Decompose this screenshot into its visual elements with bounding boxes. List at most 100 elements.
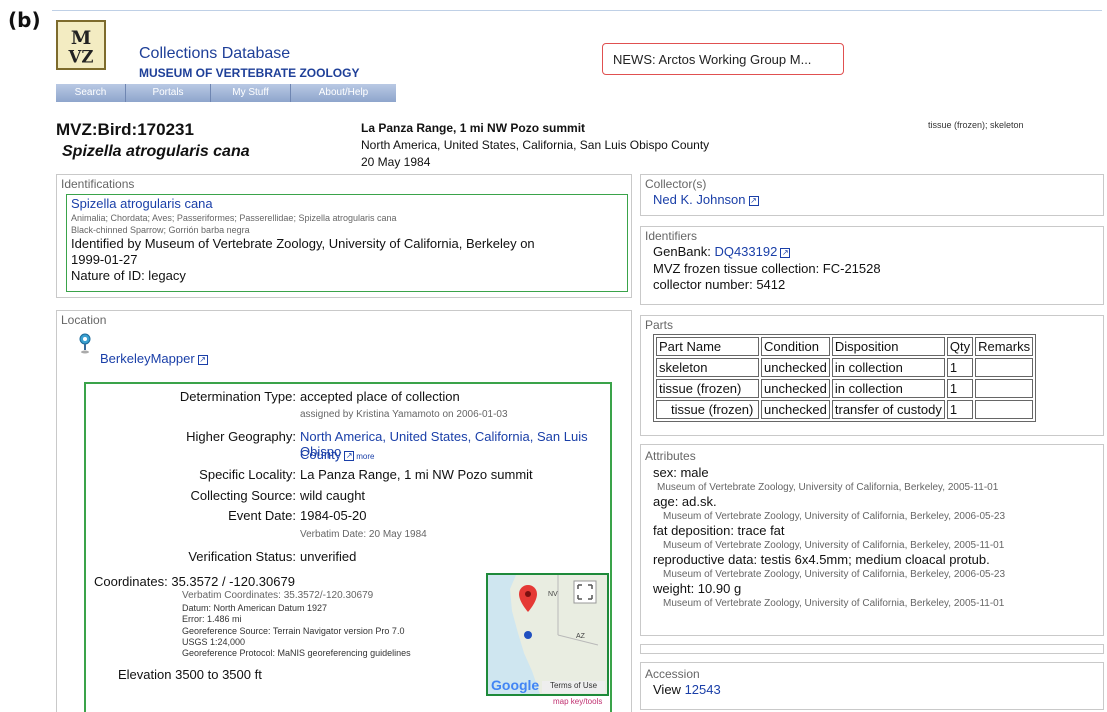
table-cell xyxy=(975,379,1034,398)
map-label-nv: NV xyxy=(548,591,558,598)
table-cell: tissue (frozen) xyxy=(656,379,759,398)
attributes-list: sex: male Museum of Vertebrate Zoology, … xyxy=(641,463,1103,612)
collector-link[interactable]: Ned K. Johnson xyxy=(653,192,746,207)
location-title: Location xyxy=(61,313,107,327)
attributes-title: Attributes xyxy=(645,449,696,463)
genbank-link[interactable]: DQ433192 xyxy=(714,244,777,259)
det-type-label: Determination Type: xyxy=(179,389,296,404)
higher-geo-label: Higher Geography: xyxy=(186,429,296,444)
attribute-source: Museum of Vertebrate Zoology, University… xyxy=(663,598,1005,609)
attribute-value: weight: 10.90 g xyxy=(653,581,742,596)
accession-view-label: View xyxy=(653,682,681,697)
accession-panel: Accession View 12543 xyxy=(640,662,1104,710)
identification-name-link[interactable]: Spizella atrogularis cana xyxy=(71,196,623,212)
genbank-row: GenBank: DQ433192 ↗ xyxy=(641,243,1103,261)
location-map[interactable]: NV AZ Google Terms of Use xyxy=(486,573,609,696)
external-link-icon: ↗ xyxy=(748,195,759,206)
column-header: Condition xyxy=(761,337,830,356)
datum: Datum: North American Datum 1927 xyxy=(182,603,328,613)
georeference-protocol: Georeference Protocol: MaNIS georeferenc… xyxy=(182,648,411,658)
verification-value: unverified xyxy=(300,549,357,564)
common-names: Black-chinned Sparrow; Gorrión barba neg… xyxy=(71,225,250,235)
catalog-number: MVZ:Bird:170231 xyxy=(56,120,194,139)
header-locality: La Panza Range, 1 mi NW Pozo summit Nort… xyxy=(361,120,709,171)
map-label-az: AZ xyxy=(576,633,585,640)
table-cell: 1 xyxy=(946,379,974,398)
column-header: Disposition xyxy=(831,337,945,356)
empty-panel xyxy=(640,644,1104,654)
attribute-value: age: ad.sk. xyxy=(653,494,717,509)
det-type-value: accepted place of collection xyxy=(300,389,460,404)
header-specific-locality: La Panza Range, 1 mi NW Pozo summit xyxy=(361,121,586,135)
parts-panel: Parts Part Name Condition Disposition Qt… xyxy=(640,315,1104,436)
table-cell xyxy=(975,400,1034,419)
event-date-label: Event Date: xyxy=(228,508,296,523)
identification-box: Spizella atrogularis cana Animalia; Chor… xyxy=(66,194,628,292)
attributes-panel: Attributes sex: male Museum of Vertebrat… xyxy=(640,444,1104,636)
elevation: Elevation 3500 to 3500 ft xyxy=(118,667,262,682)
accession-title: Accession xyxy=(645,667,700,681)
taxonomy-text: Animalia; Chordata; Aves; Passeriformes;… xyxy=(71,213,397,223)
table-header-row: Part Name Condition Disposition Qty Rema… xyxy=(656,337,1034,356)
accession-link[interactable]: 12543 xyxy=(685,682,721,697)
table-cell: unchecked xyxy=(761,379,830,398)
identified-date: 1999-01-27 xyxy=(71,252,138,267)
top-divider xyxy=(52,10,1102,11)
museum-logo[interactable]: M VZ xyxy=(56,20,106,70)
map-key-link[interactable]: map key/tools xyxy=(553,697,602,706)
header-date: 20 May 1984 xyxy=(361,155,431,169)
header-parts-summary: tissue (frozen); skeleton xyxy=(928,120,1024,130)
determination-box: Determination Type: accepted place of co… xyxy=(84,382,612,712)
coordinates-label: Coordinates: xyxy=(94,574,168,589)
berkeley-mapper-label[interactable]: BerkeleyMapper xyxy=(100,351,195,366)
collecting-source-value: wild caught xyxy=(300,488,366,503)
identifiers-panel: Identifiers GenBank: DQ433192 ↗ MVZ froze… xyxy=(640,226,1104,305)
attribute-source: Museum of Vertebrate Zoology, University… xyxy=(663,540,1005,551)
main-nav: Search Portals My Stuff About/Help xyxy=(56,84,396,102)
external-link-icon: ↗ xyxy=(780,247,791,258)
column-header: Qty xyxy=(946,337,974,356)
table-cell: tissue (frozen) xyxy=(656,400,759,419)
higher-geo-county-link[interactable]: County xyxy=(300,447,341,462)
berkeley-mapper-link[interactable]: BerkeleyMapper ↗ xyxy=(100,351,208,366)
attribute-source: Museum of Vertebrate Zoology, University… xyxy=(663,511,1006,522)
news-banner[interactable]: NEWS: Arctos Working Group M... xyxy=(602,43,844,75)
more-link[interactable]: more xyxy=(356,452,374,461)
nav-search[interactable]: Search xyxy=(56,84,126,102)
attribute-value: sex: male xyxy=(653,465,709,480)
verbatim-date: Verbatim Date: 20 May 1984 xyxy=(300,529,427,540)
column-header: Part Name xyxy=(656,337,759,356)
coordinates-row: Coordinates: 35.3572 / -120.30679 xyxy=(94,574,295,589)
parts-table: Part Name Condition Disposition Qty Rema… xyxy=(653,334,1037,422)
museum-name: MUSEUM OF VERTEBRATE ZOOLOGY xyxy=(139,66,360,80)
georeference-source: Georeference Source: Terrain Navigator v… xyxy=(182,626,405,636)
nav-my-stuff[interactable]: My Stuff xyxy=(211,84,291,102)
table-cell: 1 xyxy=(946,358,974,377)
scientific-name: Spizella atrogularis cana xyxy=(62,143,250,160)
coordinates-value: 35.3572 / -120.30679 xyxy=(171,574,295,589)
table-cell: skeleton xyxy=(656,358,759,377)
nature-of-id: Nature of ID: legacy xyxy=(71,268,186,283)
attribute-value: reproductive data: testis 6x4.5mm; mediu… xyxy=(653,552,990,567)
map-pin-icon xyxy=(79,333,91,354)
nav-about-help[interactable]: About/Help xyxy=(291,84,396,102)
database-title[interactable]: Collections Database xyxy=(139,45,290,63)
nav-portals[interactable]: Portals xyxy=(126,84,211,102)
table-cell: transfer of custody xyxy=(831,400,945,419)
error: Error: 1.486 mi xyxy=(182,614,242,624)
collector-number: collector number: 5412 xyxy=(653,277,786,292)
external-link-icon: ↗ xyxy=(197,354,208,365)
table-cell: unchecked xyxy=(761,358,830,377)
tissue-collection: MVZ frozen tissue collection: FC-21528 xyxy=(653,261,881,276)
specific-locality-value: La Panza Range, 1 mi NW Pozo summit xyxy=(300,467,533,482)
accession-row: View 12543 xyxy=(641,681,1103,698)
genbank-label: GenBank: xyxy=(653,244,711,259)
map-terms[interactable]: Terms of Use xyxy=(542,681,605,693)
attribute-source: Museum of Vertebrate Zoology, University… xyxy=(663,569,1006,580)
collectors-panel: Collector(s) Ned K. Johnson ↗ xyxy=(640,174,1104,216)
location-panel: Location BerkeleyMapper ↗ Determination T… xyxy=(56,310,632,712)
specific-locality-label: Specific Locality: xyxy=(199,467,296,482)
header-geography: North America, United States, California… xyxy=(361,138,710,152)
collector-row: Ned K. Johnson ↗ xyxy=(641,191,1103,208)
table-cell xyxy=(975,358,1034,377)
